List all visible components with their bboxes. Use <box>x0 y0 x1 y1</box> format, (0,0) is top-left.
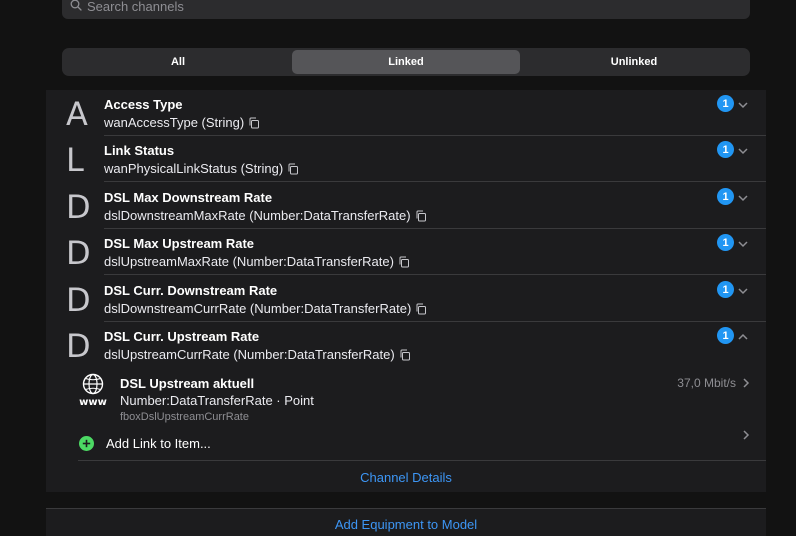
tab-unlinked[interactable]: Unlinked <box>520 50 748 74</box>
linked-item-name: fboxDslUpstreamCurrRate <box>120 411 249 423</box>
channel-row-access-type[interactable]: A Access Type wanAccessType (String) 1 <box>46 90 766 136</box>
channel-row-link-status[interactable]: L Link Status wanPhysicalLinkStatus (Str… <box>46 136 766 182</box>
channel-list: A Access Type wanAccessType (String) 1 L… <box>46 90 766 492</box>
channel-title: DSL Max Downstream Rate <box>104 190 273 205</box>
svg-text:www: www <box>79 397 107 408</box>
add-equipment-link[interactable]: Add Equipment to Model <box>46 517 766 532</box>
copy-icon[interactable] <box>248 117 260 129</box>
linked-item-title: DSL Upstream aktuell <box>120 376 255 391</box>
channel-row-dsl-curr-upstream[interactable]: D DSL Curr. Upstream Rate dslUpstreamCur… <box>46 322 766 368</box>
channel-letter: D <box>66 234 91 272</box>
channel-title: Link Status <box>104 143 175 158</box>
chevron-right-icon[interactable] <box>741 376 751 388</box>
channel-letter: D <box>66 188 91 226</box>
link-count-badge: 1 <box>717 234 734 251</box>
chevron-right-icon[interactable] <box>741 428 751 440</box>
chevron-down-icon[interactable] <box>737 284 749 296</box>
row-divider <box>78 460 766 461</box>
channel-subtitle: dslUpstreamMaxRate (Number:DataTransferR… <box>104 254 410 269</box>
chevron-down-icon[interactable] <box>737 191 749 203</box>
chevron-down-icon[interactable] <box>737 237 749 249</box>
link-count-badge: 1 <box>717 188 734 205</box>
channel-letter: D <box>66 281 91 319</box>
channel-subtitle: dslDownstreamMaxRate (Number:DataTransfe… <box>104 208 427 223</box>
channel-letter: A <box>66 95 88 133</box>
copy-icon[interactable] <box>415 210 427 222</box>
channel-subtitle: dslUpstreamCurrRate (Number:DataTransfer… <box>104 347 411 362</box>
chevron-down-icon[interactable] <box>737 144 749 156</box>
link-filter-segmented-control: All Linked Unlinked <box>62 48 750 76</box>
channel-row-dsl-curr-downstream[interactable]: D DSL Curr. Downstream Rate dslDownstrea… <box>46 276 766 322</box>
channel-title: DSL Max Upstream Rate <box>104 236 255 251</box>
channel-subtitle: dslDownstreamCurrRate (Number:DataTransf… <box>104 301 427 316</box>
link-count-badge: 1 <box>717 327 734 344</box>
copy-icon[interactable] <box>399 349 411 361</box>
channel-subtitle: wanPhysicalLinkStatus (String) <box>104 161 299 176</box>
search-bar[interactable] <box>62 0 750 19</box>
channel-letter: D <box>66 327 91 365</box>
link-count-badge: 1 <box>717 95 734 112</box>
channel-subtitle: wanAccessType (String) <box>104 115 260 130</box>
tab-linked[interactable]: Linked <box>292 50 520 74</box>
footer-panel: Add Equipment to Model <box>46 508 766 536</box>
search-input[interactable] <box>87 0 687 14</box>
link-count-badge: 1 <box>717 281 734 298</box>
add-circle-icon <box>79 436 94 451</box>
tab-all[interactable]: All <box>64 50 292 74</box>
channel-title: DSL Curr. Downstream Rate <box>104 283 278 298</box>
copy-icon[interactable] <box>287 163 299 175</box>
channel-title: Access Type <box>104 97 183 112</box>
globe-www-icon: www <box>78 372 108 408</box>
chevron-up-icon[interactable] <box>737 330 749 342</box>
search-icon <box>70 0 82 16</box>
channel-row-dsl-max-upstream[interactable]: D DSL Max Upstream Rate dslUpstreamMaxRa… <box>46 229 766 275</box>
row-divider <box>104 181 766 182</box>
channel-title: DSL Curr. Upstream Rate <box>104 329 260 344</box>
row-divider <box>104 274 766 275</box>
channel-letter: L <box>66 141 84 179</box>
copy-icon[interactable] <box>398 256 410 268</box>
copy-icon[interactable] <box>415 303 427 315</box>
chevron-down-icon[interactable] <box>737 98 749 110</box>
linked-item-type: Number:DataTransferRate · Point <box>120 393 314 408</box>
add-link-label: Add Link to Item... <box>106 436 211 451</box>
link-count-badge: 1 <box>717 141 734 158</box>
channel-details-link[interactable]: Channel Details <box>46 470 766 485</box>
channel-row-dsl-max-downstream[interactable]: D DSL Max Downstream Rate dslDownstreamM… <box>46 183 766 229</box>
linked-item-state: 37,0 Mbit/s <box>677 376 736 390</box>
